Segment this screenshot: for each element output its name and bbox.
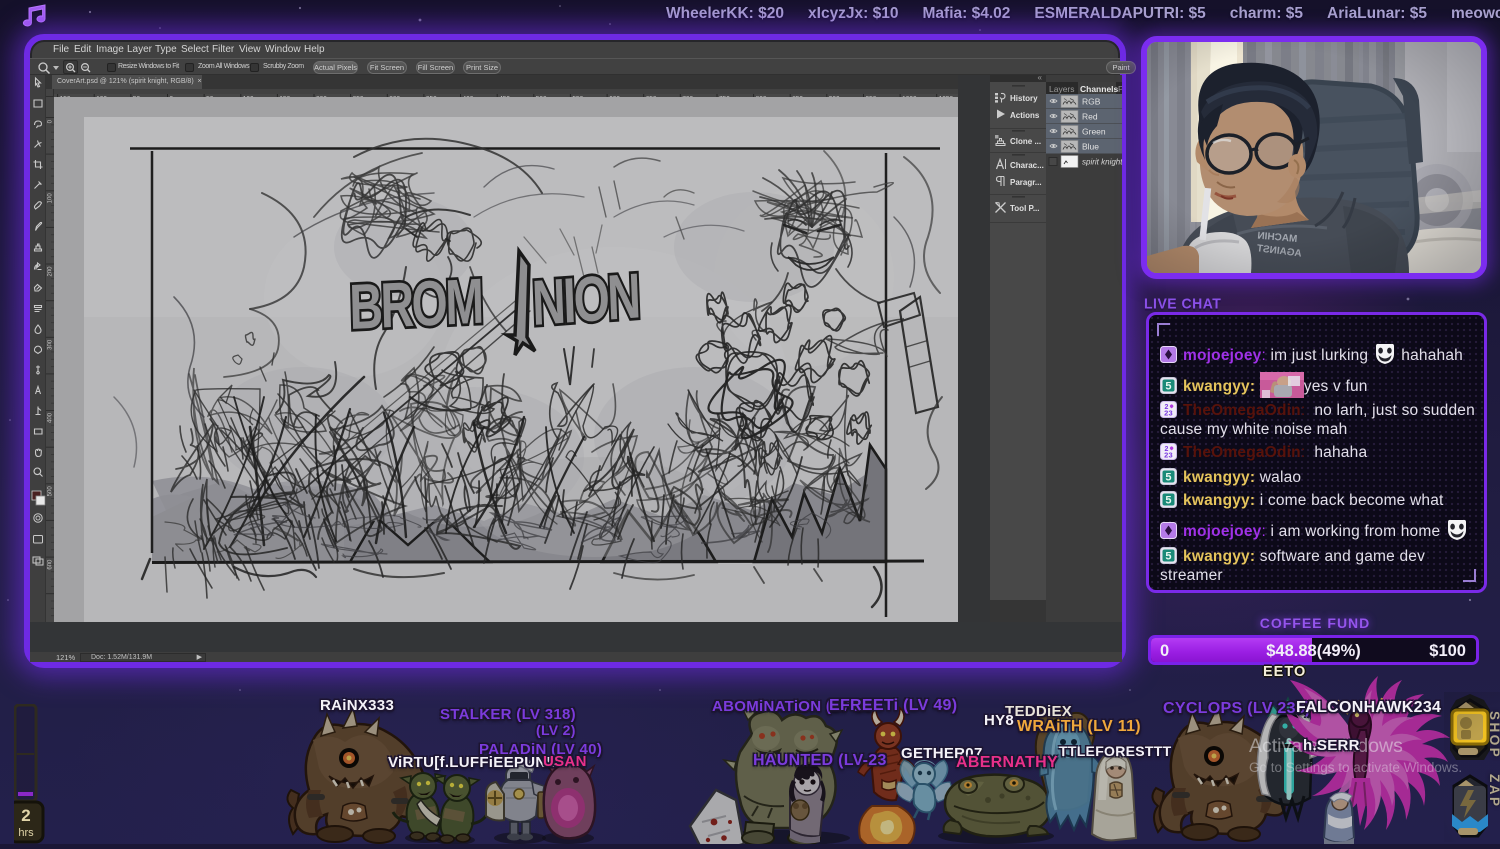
svg-text:Actions: Actions [1010,111,1040,120]
svg-text:23: 23 [1164,409,1173,418]
svg-text:spirit knight h: spirit knight h [1082,158,1122,167]
svg-text:NION: NION [531,260,640,338]
svg-text:5: 5 [1165,551,1171,563]
svg-text:Layers: Layers [1049,84,1075,94]
svg-text:Green: Green [1082,127,1106,137]
svg-text:Clone ...: Clone ... [1010,137,1041,146]
svg-text:Blue: Blue [1082,142,1099,152]
svg-text:Paragr...: Paragr... [1010,178,1042,187]
svg-text:23: 23 [1164,451,1173,460]
svg-text:2: 2 [21,806,30,825]
svg-text:Charac...: Charac... [1010,161,1044,170]
svg-text:5: 5 [1165,472,1171,484]
svg-text:Tool P...: Tool P... [1010,204,1039,213]
svg-text:Channels: Channels [1080,84,1119,94]
svg-text:RGB: RGB [1082,97,1101,107]
svg-text:Red: Red [1082,112,1098,122]
svg-text:5: 5 [1165,495,1171,507]
svg-text:Path: Path [1118,84,1122,94]
svg-text:5: 5 [1165,381,1171,393]
svg-text:hrs: hrs [18,827,34,839]
svg-text:BROM: BROM [349,266,483,343]
svg-text:History: History [1010,94,1038,103]
